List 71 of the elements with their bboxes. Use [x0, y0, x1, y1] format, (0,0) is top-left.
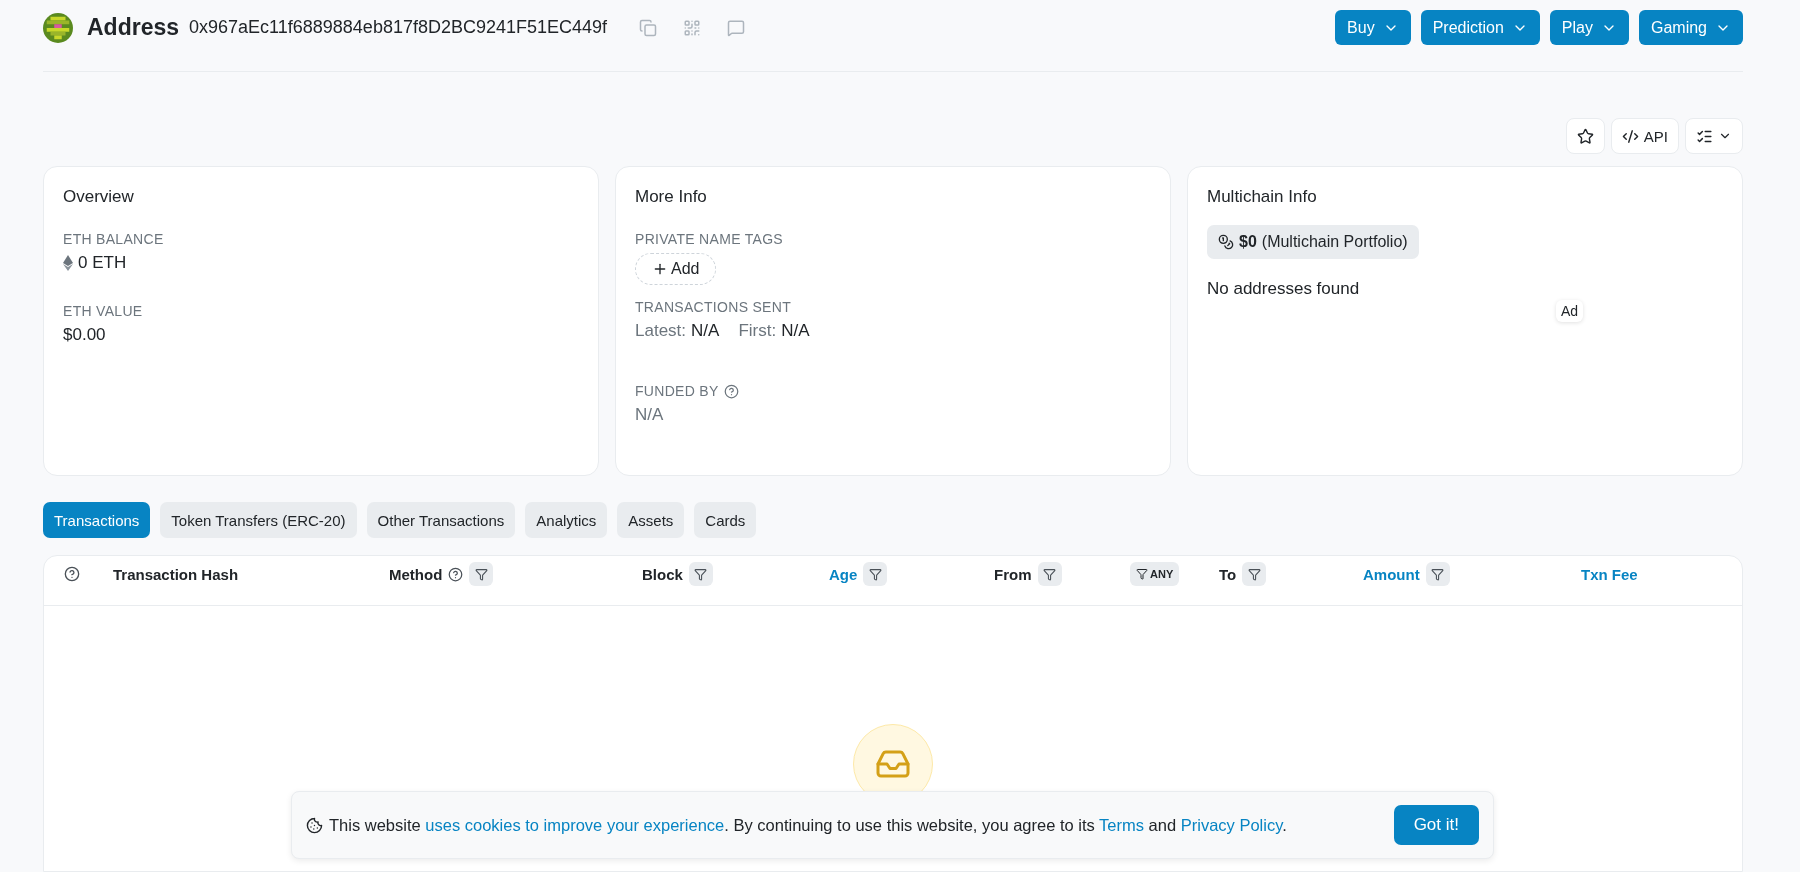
filter-icon: [474, 567, 488, 581]
card-title: More Info: [635, 187, 707, 207]
ad-label: Ad: [1556, 300, 1584, 322]
column-header: Transaction Hash: [113, 565, 239, 583]
avatar-icon: [43, 12, 73, 43]
menu-button[interactable]: Gaming: [1638, 10, 1743, 45]
menu-button[interactable]: Prediction: [1420, 10, 1540, 45]
page-title: Address: [87, 14, 180, 41]
tab[interactable]: Transactions: [43, 502, 151, 538]
field-label: FUNDED BY: [635, 383, 719, 399]
cookie-icon: [306, 816, 323, 834]
field-label: ETH BALANCE: [63, 231, 164, 247]
code-icon: [1621, 127, 1639, 145]
plus-icon: [652, 261, 668, 277]
filter-button[interactable]: [1425, 562, 1450, 587]
filter-icon: [1247, 567, 1261, 581]
filter-icon: [1043, 567, 1056, 581]
filter-icon: [694, 567, 708, 581]
filter-button[interactable]: [1037, 562, 1062, 587]
filter-icon: [1431, 567, 1445, 581]
help-icon[interactable]: [448, 566, 464, 582]
column-header: Method: [389, 565, 443, 583]
field-value: 0 ETH: [78, 253, 127, 273]
filter-button[interactable]: [1242, 562, 1267, 587]
api-button[interactable]: API: [1610, 118, 1679, 154]
add-tag-button[interactable]: Add: [635, 253, 717, 285]
menu-button[interactable]: Buy: [1335, 10, 1411, 45]
filter-icon: [868, 567, 882, 581]
card-title: Overview: [63, 187, 134, 207]
tab[interactable]: Assets: [617, 502, 685, 538]
empty-message: No addresses found: [1207, 279, 1360, 299]
help-icon[interactable]: [64, 566, 80, 583]
star-icon: [1576, 127, 1594, 145]
cookie-notice: This website uses cookies to improve your experience. By continuing to use this website, you agree to its Terms and Privacy Policy.: [329, 815, 1288, 835]
notice-link[interactable]: Privacy Policy: [1180, 815, 1283, 834]
field-label: TRANSACTIONS SENT: [635, 299, 791, 315]
field-value: N/A: [781, 321, 810, 341]
column-header[interactable]: Txn Fee: [1581, 565, 1638, 583]
tab[interactable]: Token Transfers (ERC-20): [160, 502, 357, 538]
column-header: Block: [642, 565, 683, 583]
notice-link[interactable]: uses cookies to improve your experience: [425, 815, 725, 834]
wallet-address: 0x967aEc11f6889884eb817f8D2BC9241F51EC449f: [189, 17, 608, 38]
field-value: N/A: [691, 321, 720, 341]
column-header: To: [1219, 565, 1237, 583]
filter-button[interactable]: [469, 562, 494, 587]
filter-button[interactable]: [863, 562, 888, 587]
menu-button[interactable]: Play: [1549, 10, 1629, 45]
field-label: First:: [738, 321, 777, 341]
checklist-button[interactable]: [1685, 118, 1743, 154]
filter-button[interactable]: [688, 562, 713, 587]
accept-button[interactable]: Got it!: [1393, 805, 1479, 845]
help-icon[interactable]: [723, 383, 739, 399]
field-label: PRIVATE NAME TAGS: [635, 231, 783, 247]
tab[interactable]: Analytics: [525, 502, 608, 538]
column-header[interactable]: Age: [829, 565, 858, 583]
tab[interactable]: Cards: [694, 502, 757, 538]
field-label: Latest:: [635, 321, 687, 341]
filter-icon: [1136, 568, 1148, 581]
coins-icon: [1218, 234, 1234, 250]
field-value: N/A: [635, 405, 664, 425]
card-title: Multichain Info: [1207, 187, 1317, 207]
field-label: ETH VALUE: [63, 303, 143, 319]
tab[interactable]: Other Transactions: [366, 502, 516, 538]
field-value: $0.00: [63, 325, 106, 345]
favorite-button[interactable]: [1565, 118, 1605, 154]
filter-chip[interactable]: ANY: [1130, 562, 1180, 587]
column-header: From: [994, 565, 1032, 583]
ethereum-icon: [63, 255, 73, 271]
column-header[interactable]: Amount: [1363, 565, 1420, 583]
portfolio-badge[interactable]: $0 (Multichain Portfolio): [1207, 225, 1419, 259]
notice-link[interactable]: Terms: [1099, 815, 1145, 834]
